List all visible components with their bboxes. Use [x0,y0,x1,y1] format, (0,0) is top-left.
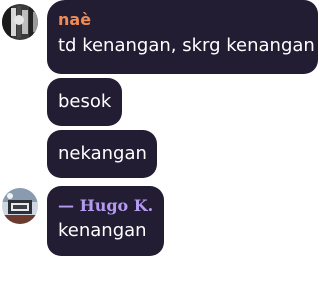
avatar-icon [2,188,38,224]
message-text: nekangan [58,143,147,164]
message-bubble[interactable]: naè td kenangan, skrg kenangan [47,0,318,74]
user-avatar-nae[interactable] [2,4,38,40]
avatar-icon [2,4,38,40]
chat-message-list: naè td kenangan, skrg kenangan besok nek… [0,0,320,308]
message-text: td kenangan, skrg kenangan [58,35,315,56]
user-avatar-hugo[interactable] [2,188,38,224]
message-bubble[interactable]: nekangan [47,130,157,178]
message-text: kenangan [58,220,147,241]
message-author[interactable]: naè [58,10,307,30]
message-text: besok [58,91,112,112]
message-bubble[interactable]: — Hugo K. kenangan [47,186,164,256]
message-bubble[interactable]: besok [47,78,122,126]
message-author[interactable]: — Hugo K. [58,196,153,216]
